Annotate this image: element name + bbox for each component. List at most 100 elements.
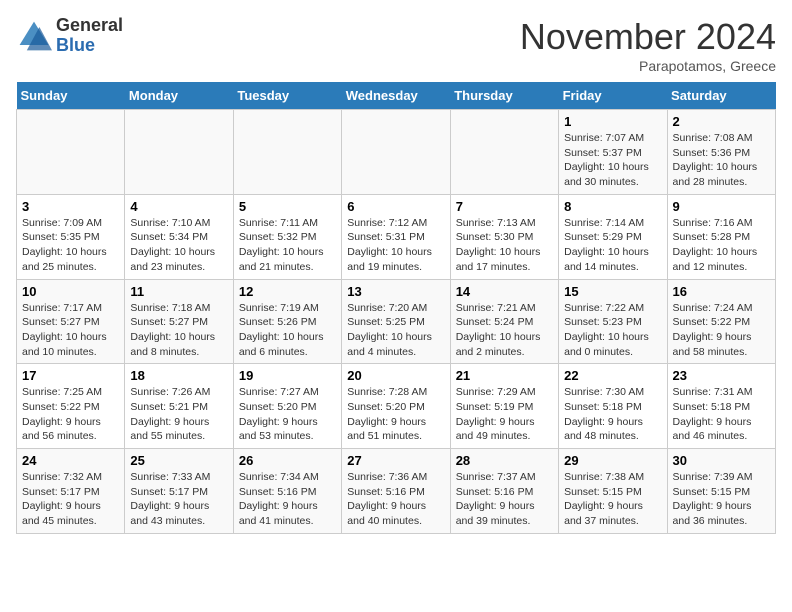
weekday-header-thursday: Thursday xyxy=(450,82,558,110)
day-number: 12 xyxy=(239,284,336,299)
day-cell-30: 30Sunrise: 7:39 AM Sunset: 5:15 PM Dayli… xyxy=(667,449,775,534)
day-cell-16: 16 Sunrise: 7:24 AM Sunset: 5:22 PM Dayli… xyxy=(667,279,775,364)
day-number: 2 xyxy=(673,114,770,129)
weekday-header-sunday: Sunday xyxy=(17,82,125,110)
day-info: Sunrise: 7:28 AM Sunset: 5:20 PM Dayligh… xyxy=(347,385,444,444)
day-number: 26 xyxy=(239,453,336,468)
day-number: 1 xyxy=(564,114,661,129)
page-header: General Blue November 2024 Parapotamos, … xyxy=(16,16,776,74)
day-number: 20 xyxy=(347,368,444,383)
day-info: Sunrise: 7:32 AM Sunset: 5:17 PM Dayligh… xyxy=(22,470,119,529)
empty-cell xyxy=(233,110,341,195)
day-number: 9 xyxy=(673,199,770,214)
day-info: Sunrise: 7:14 AM Sunset: 5:29 PM Dayligh… xyxy=(564,216,661,275)
day-info: Sunrise: 7:33 AM Sunset: 5:17 PM Dayligh… xyxy=(130,470,227,529)
empty-cell xyxy=(450,110,558,195)
weekday-header-friday: Friday xyxy=(559,82,667,110)
day-number: 6 xyxy=(347,199,444,214)
day-cell-4: 4Sunrise: 7:10 AM Sunset: 5:34 PM Daylig… xyxy=(125,194,233,279)
day-number: 28 xyxy=(456,453,553,468)
weekday-header-row: SundayMondayTuesdayWednesdayThursdayFrid… xyxy=(17,82,776,110)
day-info: Sunrise: 7:37 AM Sunset: 5:16 PM Dayligh… xyxy=(456,470,553,529)
day-number: 8 xyxy=(564,199,661,214)
day-number: 17 xyxy=(22,368,119,383)
day-cell-11: 11 Sunrise: 7:18 AM Sunset: 5:27 PM Dayli… xyxy=(125,279,233,364)
logo: General Blue xyxy=(16,16,123,56)
day-cell-15: 15Sunrise: 7:22 AM Sunset: 5:23 PM Dayli… xyxy=(559,279,667,364)
day-cell-9: 9 Sunrise: 7:16 AM Sunset: 5:28 PM Daylig… xyxy=(667,194,775,279)
day-info: Sunrise: 7:18 AM Sunset: 5:27 PM Dayligh… xyxy=(130,301,227,360)
day-info: Sunrise: 7:25 AM Sunset: 5:22 PM Dayligh… xyxy=(22,385,119,444)
day-number: 7 xyxy=(456,199,553,214)
day-cell-23: 23 Sunrise: 7:31 AM Sunset: 5:18 PM Dayli… xyxy=(667,364,775,449)
day-info: Sunrise: 7:12 AM Sunset: 5:31 PM Dayligh… xyxy=(347,216,444,275)
empty-cell xyxy=(17,110,125,195)
day-number: 21 xyxy=(456,368,553,383)
day-cell-24: 24 Sunrise: 7:32 AM Sunset: 5:17 PM Dayli… xyxy=(17,449,125,534)
day-info: Sunrise: 7:09 AM Sunset: 5:35 PM Dayligh… xyxy=(22,216,119,275)
day-info: Sunrise: 7:29 AM Sunset: 5:19 PM Dayligh… xyxy=(456,385,553,444)
day-number: 23 xyxy=(673,368,770,383)
day-cell-20: 20 Sunrise: 7:28 AM Sunset: 5:20 PM Dayli… xyxy=(342,364,450,449)
day-info: Sunrise: 7:38 AM Sunset: 5:15 PM Dayligh… xyxy=(564,470,661,529)
day-info: Sunrise: 7:39 AM Sunset: 5:15 PM Dayligh… xyxy=(673,470,770,529)
day-cell-8: 8 Sunrise: 7:14 AM Sunset: 5:29 PM Daylig… xyxy=(559,194,667,279)
logo-icon xyxy=(16,18,52,54)
day-cell-27: 27 Sunrise: 7:36 AM Sunset: 5:16 PM Dayli… xyxy=(342,449,450,534)
weekday-header-saturday: Saturday xyxy=(667,82,775,110)
day-info: Sunrise: 7:31 AM Sunset: 5:18 PM Dayligh… xyxy=(673,385,770,444)
day-info: Sunrise: 7:26 AM Sunset: 5:21 PM Dayligh… xyxy=(130,385,227,444)
day-cell-7: 7 Sunrise: 7:13 AM Sunset: 5:30 PM Daylig… xyxy=(450,194,558,279)
day-number: 25 xyxy=(130,453,227,468)
day-number: 16 xyxy=(673,284,770,299)
weekday-header-monday: Monday xyxy=(125,82,233,110)
day-cell-21: 21 Sunrise: 7:29 AM Sunset: 5:19 PM Dayli… xyxy=(450,364,558,449)
calendar-week-5: 24 Sunrise: 7:32 AM Sunset: 5:17 PM Dayli… xyxy=(17,449,776,534)
day-info: Sunrise: 7:22 AM Sunset: 5:23 PM Dayligh… xyxy=(564,301,661,360)
day-cell-2: 2 Sunrise: 7:08 AM Sunset: 5:36 PM Daylig… xyxy=(667,110,775,195)
day-cell-29: 29 Sunrise: 7:38 AM Sunset: 5:15 PM Dayli… xyxy=(559,449,667,534)
day-info: Sunrise: 7:27 AM Sunset: 5:20 PM Dayligh… xyxy=(239,385,336,444)
day-cell-19: 19Sunrise: 7:27 AM Sunset: 5:20 PM Dayli… xyxy=(233,364,341,449)
day-info: Sunrise: 7:30 AM Sunset: 5:18 PM Dayligh… xyxy=(564,385,661,444)
title-block: November 2024 Parapotamos, Greece xyxy=(520,16,776,74)
day-number: 13 xyxy=(347,284,444,299)
day-number: 14 xyxy=(456,284,553,299)
day-number: 27 xyxy=(347,453,444,468)
day-cell-17: 17 Sunrise: 7:25 AM Sunset: 5:22 PM Dayli… xyxy=(17,364,125,449)
weekday-header-wednesday: Wednesday xyxy=(342,82,450,110)
day-cell-28: 28 Sunrise: 7:37 AM Sunset: 5:16 PM Dayli… xyxy=(450,449,558,534)
day-number: 4 xyxy=(130,199,227,214)
day-info: Sunrise: 7:13 AM Sunset: 5:30 PM Dayligh… xyxy=(456,216,553,275)
day-number: 3 xyxy=(22,199,119,214)
day-cell-3: 3 Sunrise: 7:09 AM Sunset: 5:35 PM Daylig… xyxy=(17,194,125,279)
day-info: Sunrise: 7:24 AM Sunset: 5:22 PM Dayligh… xyxy=(673,301,770,360)
calendar-week-3: 10Sunrise: 7:17 AM Sunset: 5:27 PM Dayli… xyxy=(17,279,776,364)
day-info: Sunrise: 7:07 AM Sunset: 5:37 PM Dayligh… xyxy=(564,131,661,190)
day-number: 22 xyxy=(564,368,661,383)
location-subtitle: Parapotamos, Greece xyxy=(520,58,776,74)
day-number: 11 xyxy=(130,284,227,299)
day-info: Sunrise: 7:11 AM Sunset: 5:32 PM Dayligh… xyxy=(239,216,336,275)
day-cell-25: 25 Sunrise: 7:33 AM Sunset: 5:17 PM Dayli… xyxy=(125,449,233,534)
day-cell-10: 10Sunrise: 7:17 AM Sunset: 5:27 PM Dayli… xyxy=(17,279,125,364)
day-number: 29 xyxy=(564,453,661,468)
empty-cell xyxy=(342,110,450,195)
day-cell-5: 5 Sunrise: 7:11 AM Sunset: 5:32 PM Daylig… xyxy=(233,194,341,279)
day-info: Sunrise: 7:20 AM Sunset: 5:25 PM Dayligh… xyxy=(347,301,444,360)
day-info: Sunrise: 7:16 AM Sunset: 5:28 PM Dayligh… xyxy=(673,216,770,275)
day-cell-13: 13 Sunrise: 7:20 AM Sunset: 5:25 PM Dayli… xyxy=(342,279,450,364)
day-info: Sunrise: 7:34 AM Sunset: 5:16 PM Dayligh… xyxy=(239,470,336,529)
logo-text: General Blue xyxy=(56,16,123,56)
day-info: Sunrise: 7:08 AM Sunset: 5:36 PM Dayligh… xyxy=(673,131,770,190)
day-number: 5 xyxy=(239,199,336,214)
weekday-header-tuesday: Tuesday xyxy=(233,82,341,110)
day-number: 10 xyxy=(22,284,119,299)
day-info: Sunrise: 7:36 AM Sunset: 5:16 PM Dayligh… xyxy=(347,470,444,529)
day-info: Sunrise: 7:19 AM Sunset: 5:26 PM Dayligh… xyxy=(239,301,336,360)
month-title: November 2024 xyxy=(520,16,776,58)
day-cell-6: 6 Sunrise: 7:12 AM Sunset: 5:31 PM Daylig… xyxy=(342,194,450,279)
day-number: 24 xyxy=(22,453,119,468)
day-number: 18 xyxy=(130,368,227,383)
day-cell-1: 1 Sunrise: 7:07 AM Sunset: 5:37 PM Daylig… xyxy=(559,110,667,195)
